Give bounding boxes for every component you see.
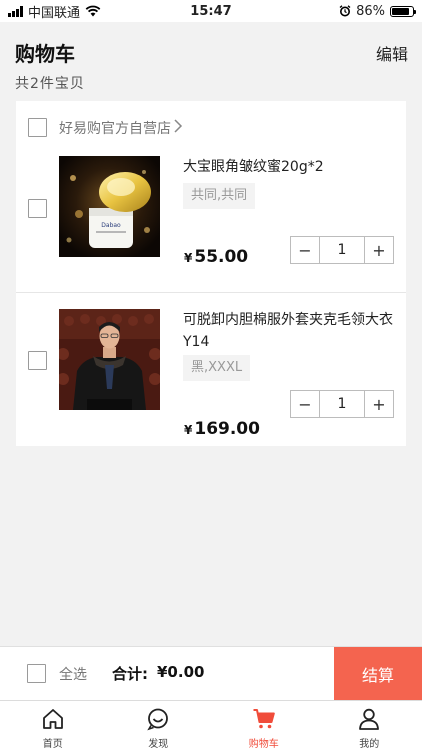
checkout-button[interactable]: 结算 [334,647,422,701]
item-checkbox[interactable] [28,351,47,370]
cart-icon [253,709,275,729]
tab-label: 首页 [42,739,63,750]
discover-icon [147,708,169,731]
increase-button[interactable]: + [365,237,393,263]
status-bar: 中国联通 15:47 86% [0,0,422,22]
wifi-icon [85,5,101,17]
product-spec[interactable]: 共同,共同 [183,183,256,209]
decrease-button[interactable]: − [291,391,319,417]
shop-cart-card: 好易购官方自营店 Dabao 大宝眼角皱纹蜜20g*2 共同,共同 ¥ 55.0… [16,101,406,446]
svg-text:Dabao: Dabao [101,222,121,229]
shop-row: 好易购官方自营店 [16,101,406,153]
select-all-checkbox[interactable] [27,664,46,683]
battery-icon [390,5,416,17]
tab-label: 发现 [148,739,169,750]
user-icon [359,708,380,730]
product-title[interactable]: 大宝眼角皱纹蜜20g*2 [183,156,398,178]
home-icon [42,709,63,729]
item-checkbox[interactable] [28,199,47,218]
cart-header: 购物车 编辑 共2件宝贝 [0,22,422,100]
currency-symbol: ¥ [184,423,193,437]
price-value: 55.00 [194,247,249,267]
checkout-bar: 全选 合计: ¥0.00 结算 [0,646,422,701]
tab-home[interactable]: 首页 [0,701,106,750]
product-image[interactable] [59,309,160,410]
product-price: ¥169.00 [184,419,260,439]
edit-button[interactable]: 编辑 [376,41,408,65]
status-right: 86% [339,3,416,19]
shop-name[interactable]: 好易购官方自营店 [59,118,171,138]
carrier-name: 中国联通 [28,5,81,21]
cart-item: 可脱卸内胆棉服外套夹克毛领大衣 Y14 黑,XXXL − 1 + ¥169.00 [16,309,406,446]
total-value: ¥0.00 [157,663,205,681]
tab-label: 我的 [359,739,380,750]
quantity-stepper: − 1 + [290,236,394,264]
price-value: 169.00 [194,419,260,439]
page-title: 购物车 [15,42,75,66]
currency-symbol: ¥ [184,251,193,265]
status-time: 15:47 [190,3,232,19]
product-price: ¥55.00 [184,247,248,267]
shop-checkbox[interactable] [28,118,47,137]
quantity-value[interactable]: 1 [319,237,365,263]
tab-discover[interactable]: 发现 [106,701,212,750]
chevron-right-icon[interactable] [171,117,185,135]
quantity-stepper: − 1 + [290,390,394,418]
total-label: 合计: [112,665,148,683]
signal-icon [8,5,23,17]
cart-item: Dabao 大宝眼角皱纹蜜20g*2 共同,共同 ¥55.00 − 1 + [16,156,406,292]
tab-cart[interactable]: 购物车 [211,701,317,750]
battery-percent: 86% [356,3,385,19]
product-spec[interactable]: 黑,XXXL [183,355,251,381]
increase-button[interactable]: + [365,391,393,417]
divider [16,292,406,293]
tab-label: 购物车 [248,739,279,750]
decrease-button[interactable]: − [291,237,319,263]
product-title[interactable]: 可脱卸内胆棉服外套夹克毛领大衣 Y14 [183,309,398,353]
quantity-value[interactable]: 1 [319,391,365,417]
tab-bar: 首页 发现 购物车 我的 [0,700,422,750]
status-left: 中国联通 [8,2,101,21]
tab-profile[interactable]: 我的 [317,701,422,750]
item-count: 共2件宝贝 [15,76,85,92]
product-image[interactable]: Dabao [59,156,160,257]
select-all-label[interactable]: 全选 [59,664,87,684]
alarm-icon [339,5,351,17]
